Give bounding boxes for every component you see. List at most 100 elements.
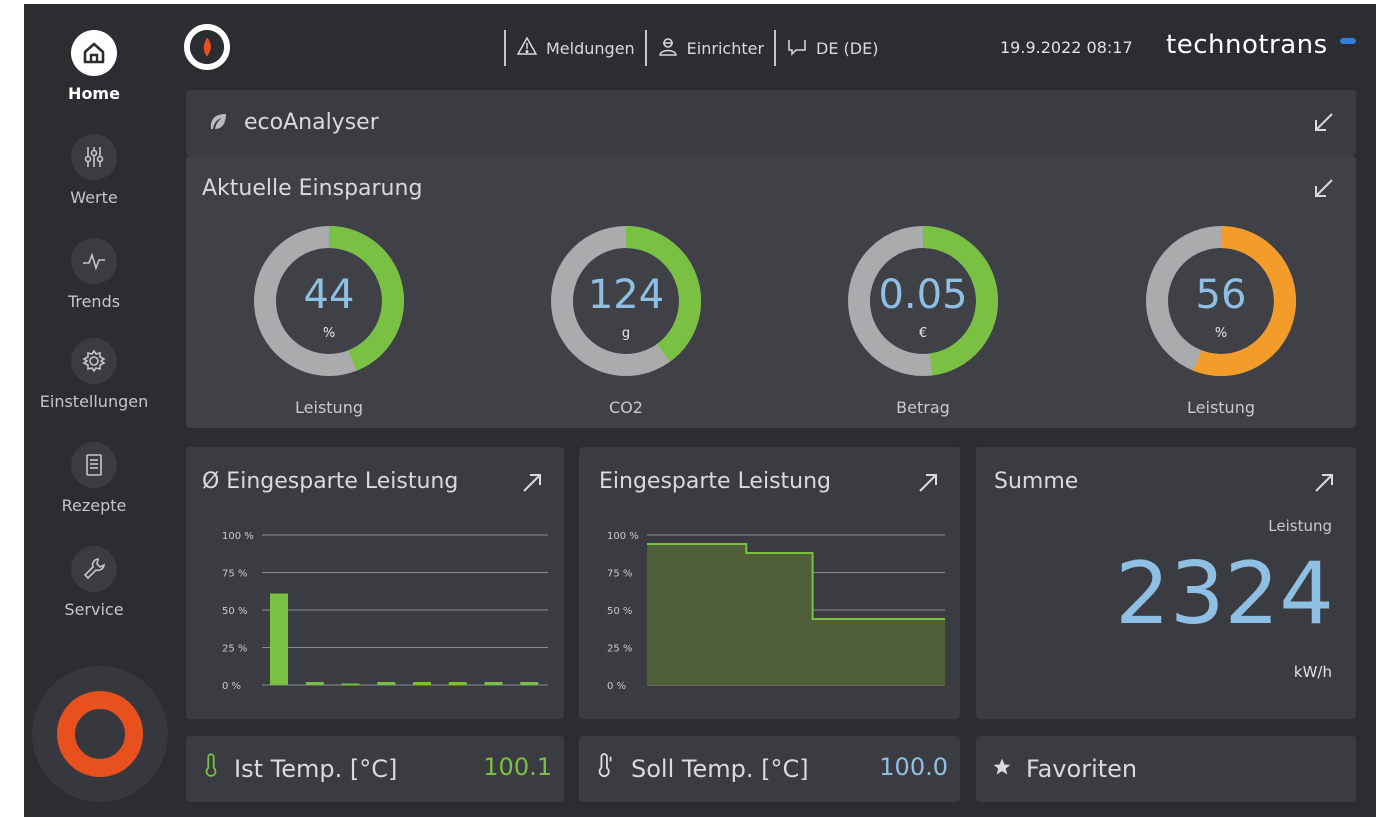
warning-icon <box>516 35 538 61</box>
bar <box>413 682 431 685</box>
thermometer-icon <box>595 753 617 785</box>
document-icon <box>71 442 117 488</box>
area-ytick: 75 % <box>607 569 632 580</box>
bar-chart: 100 % 75 % 50 % 25 % 0 % <box>222 531 548 692</box>
actual-temp-row: Ist Temp. [°C] <box>202 736 397 802</box>
language-label: DE (DE) <box>816 38 879 58</box>
eco-analyser-header: ecoAnalyser <box>186 90 1356 156</box>
language-button[interactable]: DE (DE) <box>786 35 878 61</box>
gauge-ring: 0.05 € <box>848 226 998 376</box>
wrench-icon <box>71 546 117 592</box>
sidebar-item-label: Werte <box>70 188 118 207</box>
bar <box>520 682 539 685</box>
area-fill <box>647 544 945 685</box>
sidebar-item-werte[interactable]: Werte <box>24 134 164 207</box>
target-temp-panel: Soll Temp. [°C] 100.0 <box>579 736 960 802</box>
favorites-button[interactable]: Favoriten <box>976 736 1356 802</box>
sidebar-item-label: Service <box>64 600 124 619</box>
meldungen-button[interactable]: Meldungen <box>516 35 635 61</box>
gauge-co2: 124 g CO2 <box>551 226 701 417</box>
bar <box>377 682 396 685</box>
einrichter-label: Einrichter <box>686 38 765 58</box>
gauge-ring: 44 % <box>254 226 404 376</box>
gauge-label: Leistung <box>1187 398 1255 417</box>
gear-icon <box>71 338 117 384</box>
current-savings-title: Aktuelle Einsparung <box>202 176 423 201</box>
sidebar-item-trends[interactable]: Trends <box>24 238 164 311</box>
bar-ytick: 0 % <box>222 681 241 692</box>
area-ytick: 0 % <box>607 681 626 692</box>
sidebar-item-home[interactable]: Home <box>24 30 164 103</box>
gauge-value: 56 <box>1195 272 1247 318</box>
gauge-value: 124 <box>587 272 665 318</box>
expand-icon[interactable] <box>1312 469 1338 495</box>
sum-title: Summe <box>994 469 1079 494</box>
gauge-unit: g <box>621 326 631 341</box>
gauge-leistung: 44 % Leistung <box>254 226 404 417</box>
power-ring-icon <box>57 691 143 777</box>
actual-temp-label: Ist Temp. [°C] <box>234 755 398 783</box>
gauge-unit: % <box>322 326 336 341</box>
gauge-unit: % <box>1214 326 1228 341</box>
brand-logo: technotrans <box>1166 30 1328 60</box>
gauge-unit: € <box>918 326 928 341</box>
target-temp-label: Soll Temp. [°C] <box>631 755 809 783</box>
home-icon <box>71 30 117 76</box>
sidebar-item-rezepte[interactable]: Rezepte <box>24 442 164 515</box>
leaf-icon <box>206 110 230 138</box>
collapse-icon[interactable] <box>1310 110 1336 136</box>
sum-value: 2324 <box>1115 544 1334 644</box>
area-ytick: 50 % <box>607 606 632 617</box>
gauge-value: 44 <box>303 272 355 318</box>
gauge-ring: 56 % <box>1146 226 1296 376</box>
sliders-icon <box>71 134 117 180</box>
sidebar-item-label: Einstellungen <box>39 392 149 411</box>
sidebar-item-label: Trends <box>67 292 121 311</box>
thermometer-icon <box>202 753 220 785</box>
current-savings-panel: Aktuelle Einsparung 44 % Leistung 124 g … <box>186 156 1356 428</box>
bar-ytick: 50 % <box>222 606 247 617</box>
avg-savings-panel: Ø Eingesparte Leistung 100 % 75 % 50 % 25 %… <box>186 447 564 719</box>
sum-caption: Leistung <box>1268 517 1332 535</box>
star-icon <box>992 755 1012 783</box>
sidebar-item-label: Rezepte <box>61 496 127 515</box>
brand-accent <box>1340 38 1356 44</box>
target-temp-value: 100.0 <box>879 753 948 781</box>
gauge-value: 0.05 <box>878 272 968 318</box>
header-toolbar: Meldungen Einrichter DE (DE) <box>494 30 878 66</box>
target-temp-row: Soll Temp. [°C] <box>595 736 809 802</box>
eco-analyser-title: ecoAnalyser <box>244 110 379 135</box>
gauge-ring: 124 g <box>551 226 701 376</box>
sum-unit: kW/h <box>1293 663 1332 681</box>
favorites-label: Favoriten <box>1026 755 1138 783</box>
header-separator <box>644 30 647 66</box>
start-stop-button[interactable] <box>32 666 168 802</box>
sidebar-item-service[interactable]: Service <box>24 546 164 619</box>
area-ytick: 100 % <box>607 531 639 542</box>
actual-temp-value: 100.1 <box>483 753 552 781</box>
gauge-label: Betrag <box>896 398 950 417</box>
speech-bubble-icon <box>786 35 808 61</box>
actual-temp-panel: Ist Temp. [°C] 100.1 <box>186 736 564 802</box>
gauge-leistung-2: 56 % Leistung <box>1146 226 1296 417</box>
collapse-icon[interactable] <box>1310 176 1336 202</box>
screen: Home Werte Trends Einstellungen Rezepte <box>24 4 1376 817</box>
meldungen-label: Meldungen <box>546 38 635 58</box>
bar <box>484 682 503 685</box>
gauge-betrag: 0.05 € Betrag <box>848 226 998 417</box>
area-chart: 100 % 75 % 50 % 25 % 0 % <box>607 531 945 692</box>
savings-trend-panel: Eingesparte Leistung 100 % 75 % 50 % 25 % 0 … <box>579 447 960 719</box>
bar <box>341 683 360 686</box>
app-logo-icon <box>184 24 230 70</box>
bar <box>448 682 467 685</box>
sidebar-item-einstellungen[interactable]: Einstellungen <box>24 338 164 411</box>
user-icon <box>657 35 679 61</box>
bar-ytick: 100 % <box>222 531 254 542</box>
trend-icon <box>71 238 117 284</box>
datetime: 19.9.2022 08:17 <box>1000 38 1133 57</box>
bar <box>270 593 288 685</box>
einrichter-button[interactable]: Einrichter <box>657 35 764 61</box>
bar-ytick: 75 % <box>222 569 247 580</box>
area-ytick: 25 % <box>607 644 632 655</box>
favorites-row: Favoriten <box>992 736 1137 802</box>
